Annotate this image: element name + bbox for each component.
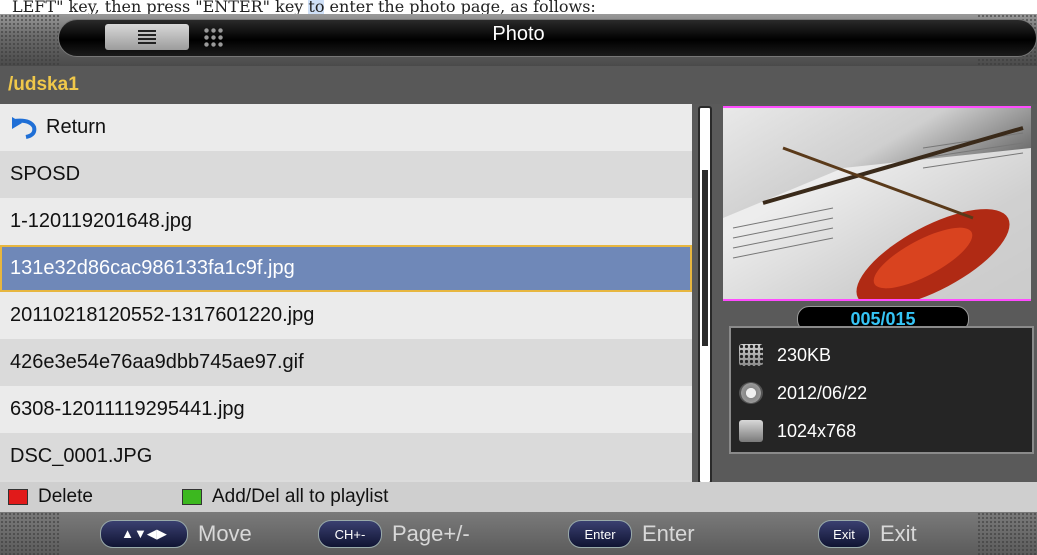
resolution-icon [739,420,763,442]
list-item[interactable]: 426e3e54e76aa9dbb745ae97.gif [0,339,692,386]
clock-icon [739,382,763,404]
file-date-row: 2012/06/22 [739,382,867,404]
page-title: Photo [492,23,545,45]
move-label: Move [198,521,252,546]
list-item[interactable]: DSC_0001.JPG [0,433,692,480]
violin-image [723,126,1031,299]
document-text-fragment: LEFT" key, then press "ENTER" key to ent… [0,0,1037,14]
green-key-icon [182,489,202,505]
add-del-playlist-label: Add/Del all to playlist [212,486,389,507]
list-item-label: DSC_0001.JPG [10,445,153,467]
enter-key-icon: Enter [568,520,632,548]
delete-key[interactable]: Delete [8,486,93,508]
file-size: 230KB [777,344,832,365]
list-item[interactable]: SPOSD [0,151,692,198]
list-item-label: 131e32d86cac986133fa1c9f.jpg [10,257,295,279]
list-item[interactable]: 20110218120552-1317601220.jpg [0,292,692,339]
file-resolution-row: 1024x768 [739,420,856,442]
current-path: /udska1 [8,74,79,95]
exit-hint: Exit Exit [818,520,917,548]
help-bar: ▲▼◀▶ Move CH+- Page+/- Enter Enter Exit … [0,512,1037,555]
file-resolution: 1024x768 [777,420,857,441]
enter-hint: Enter Enter [568,520,695,548]
speaker-grill-bottom-right [977,512,1037,555]
list-item-label: 20110218120552-1317601220.jpg [10,304,315,326]
file-info-panel: 230KB 2012/06/22 1024x768 [729,326,1034,454]
tv-photo-browser: Photo /udska1 Return SPOSD 1-12011920164… [0,14,1037,555]
enter-label: Enter [642,521,695,546]
delete-label: Delete [38,486,93,507]
list-item[interactable]: 6308-12011119295441.jpg [0,386,692,433]
channel-key-icon: CH+- [318,520,382,548]
speaker-grill-bottom-left [0,512,60,555]
page-hint: CH+- Page+/- [318,520,470,548]
list-item-label: 426e3e54e76aa9dbb745ae97.gif [10,351,304,373]
file-list: Return SPOSD 1-120119201648.jpg 131e32d8… [0,104,692,482]
list-item[interactable]: 1-120119201648.jpg [0,198,692,245]
title-bar: Photo [0,14,1037,66]
list-item-label: SPOSD [10,163,81,185]
add-del-playlist-key[interactable]: Add/Del all to playlist [182,486,388,508]
photo-preview [723,106,1031,301]
path-bar: /udska1 [0,66,1037,104]
return-icon [12,116,37,139]
file-size-row: 230KB [739,344,831,366]
list-item-return[interactable]: Return [0,104,692,151]
list-item-selected[interactable]: 131e32d86cac986133fa1c9f.jpg [0,245,692,292]
arrow-keys-icon: ▲▼◀▶ [100,520,188,548]
red-key-icon [8,489,28,505]
color-key-bar: Delete Add/Del all to playlist [0,482,1037,512]
scrollbar-thumb[interactable] [702,170,708,346]
file-date: 2012/06/22 [777,382,868,403]
list-item-label: 6308-12011119295441.jpg [10,398,245,420]
list-item-label: Return [46,116,107,138]
exit-key-icon: Exit [818,520,870,548]
move-hint: ▲▼◀▶ Move [100,520,252,548]
scrollbar[interactable] [698,106,712,484]
list-item-label: 1-120119201648.jpg [10,210,193,232]
exit-label: Exit [880,521,917,546]
size-icon [739,344,763,366]
page-label: Page+/- [392,521,470,546]
